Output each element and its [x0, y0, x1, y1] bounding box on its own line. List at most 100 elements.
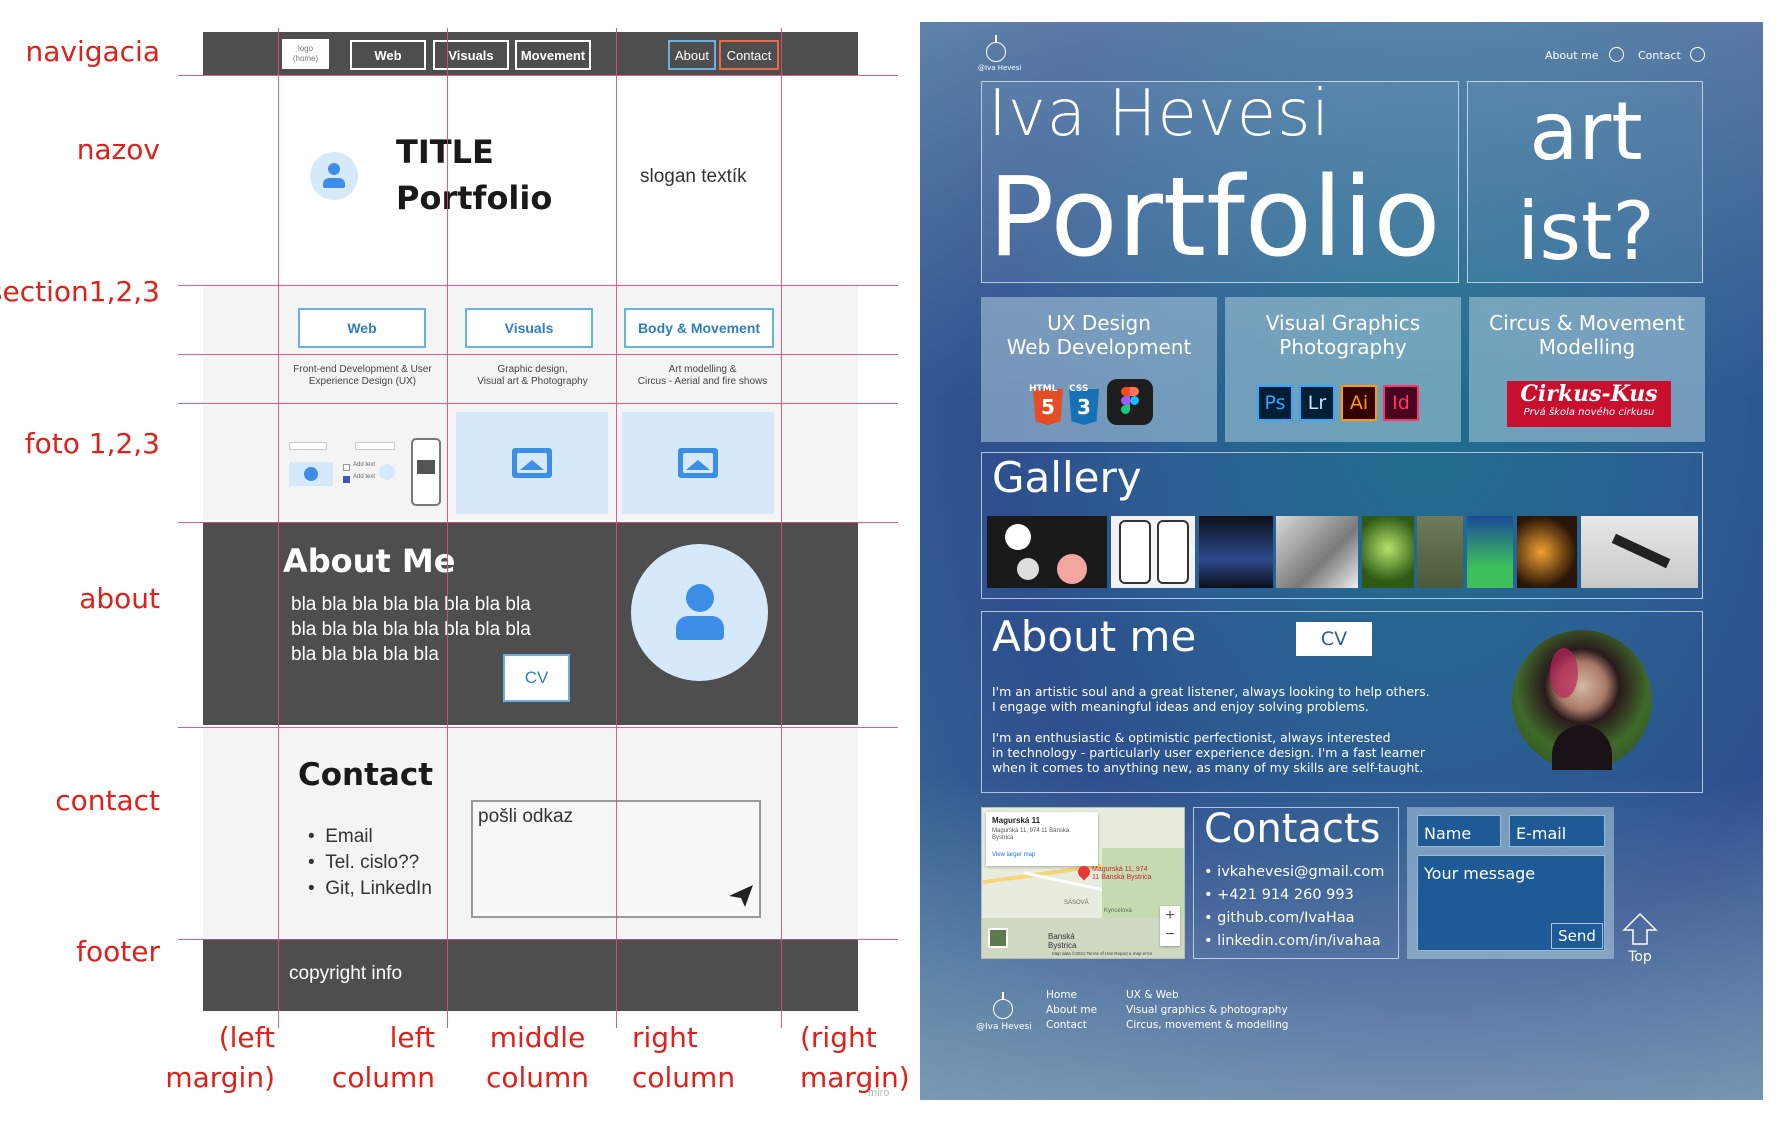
wire-cv-button[interactable]: CV [503, 654, 570, 702]
wire-nav-contact[interactable]: Contact [719, 40, 779, 70]
gallery-thumb-4[interactable] [1276, 516, 1358, 588]
map-larger-link[interactable]: View larger map [992, 852, 1035, 858]
col-label-right-margin: (right margin) [800, 1021, 910, 1094]
phone-icon [411, 438, 441, 506]
contact-github[interactable]: • github.com/IvaHaa [1204, 910, 1355, 926]
illustrator-icon: Ai [1341, 385, 1377, 421]
hero-panel: Iva Hevesi Portfolio [981, 77, 1459, 283]
col-label-middle-column: middle column [485, 1021, 590, 1094]
wire-section-visuals-desc: Graphic design, Visual art & Photography [477, 364, 588, 387]
play-icon [304, 467, 318, 481]
map-zoom-control[interactable]: + − [1160, 906, 1180, 946]
wire-photo-3 [622, 412, 774, 514]
image-icon [512, 448, 552, 478]
wire-nav-visuals[interactable]: Visuals [433, 40, 509, 70]
gallery-thumb-8[interactable] [1517, 516, 1577, 588]
hero-name: Iva Hevesi [988, 77, 1331, 151]
tile-circus[interactable]: Circus & Movement Modelling Cirkus-Kus P… [1469, 297, 1705, 442]
map-widget[interactable]: Magurská 11 Magurská 11, 974 11 Banská B… [981, 807, 1185, 959]
about-panel: About me CV I'm an artistic soul and a g… [981, 611, 1703, 793]
gallery-thumb-7[interactable] [1467, 516, 1513, 588]
row-label-contact: contact [55, 784, 160, 817]
form-email-field[interactable]: E-mail [1509, 815, 1605, 847]
footer-col-1: Home About me Contact [1046, 988, 1097, 1033]
bulb-icon[interactable] [986, 42, 1006, 62]
wire-title-section: TITLE Portfolio slogan textík [203, 75, 858, 285]
gallery-thumb-9[interactable] [1581, 516, 1698, 588]
design-mockup: @Iva Hevesi About me Contact Iva Hevesi … [920, 22, 1763, 1100]
wire-section-web-desc: Front-end Development & User Experience … [293, 364, 432, 387]
checkbox-icon [343, 464, 350, 471]
footer-link-visual[interactable]: Visual graphics & photography [1126, 1003, 1288, 1018]
gallery-thumb-5[interactable] [1362, 516, 1414, 588]
contact-linkedin[interactable]: • linkedin.com/in/ivahaa [1204, 933, 1381, 949]
wire-section-movement-button[interactable]: Body & Movement [624, 308, 774, 348]
profile-photo [1512, 630, 1652, 770]
footer-link-contact[interactable]: Contact [1046, 1018, 1097, 1033]
photoshop-icon: Ps [1257, 385, 1293, 421]
user-icon [328, 163, 340, 175]
gallery-thumb-6[interactable] [1417, 516, 1463, 588]
bulb-icon[interactable] [993, 999, 1013, 1019]
contact-email[interactable]: • ivkahevesi@gmail.com [1204, 864, 1384, 880]
row-label-nazov: nazov [76, 133, 160, 166]
footer-link-circus[interactable]: Circus, movement & modelling [1126, 1018, 1288, 1033]
row-label-section: section1,2,3 [0, 275, 160, 308]
wire-nav-about[interactable]: About [668, 40, 716, 70]
image-icon [678, 448, 718, 478]
send-icon[interactable] [728, 884, 754, 908]
hero-side-ist: ist? [1517, 185, 1655, 278]
footer-link-home[interactable]: Home [1046, 988, 1097, 1003]
wireframe: navigacia nazov section1,2,3 foto 1,2,3 … [0, 0, 910, 1121]
wire-contact-item-tel: • Tel. cislo?? [308, 852, 420, 873]
wire-title-avatar [310, 152, 358, 200]
wire-contact-section: Contact • Email • Tel. cislo?? • Git, Li… [203, 727, 858, 937]
lightroom-icon: Lr [1299, 385, 1335, 421]
indesign-icon: Id [1383, 385, 1419, 421]
wire-section-visuals-button[interactable]: Visuals [465, 308, 593, 348]
row-label-foto: foto 1,2,3 [24, 427, 160, 460]
wire-footer: copyright info [203, 939, 858, 1011]
about-para-2: I'm an enthusiastic & optimistic perfect… [992, 730, 1426, 775]
contacts-panel: Contacts • ivkahevesi@gmail.com • +421 9… [1193, 806, 1399, 959]
wire-nav-web[interactable]: Web [350, 40, 426, 70]
form-send-button[interactable]: Send [1551, 923, 1603, 949]
footer-link-about[interactable]: About me [1046, 1003, 1097, 1018]
user-icon [379, 464, 395, 480]
gallery-thumb-1[interactable] [987, 516, 1107, 588]
footer-link-ux[interactable]: UX & Web [1126, 988, 1288, 1003]
wire-photo-2 [456, 412, 608, 514]
user-icon [686, 584, 714, 612]
contact-phone[interactable]: • +421 914 260 993 [1204, 887, 1354, 903]
wire-nav: logo (home) Web Visuals Movement About C… [203, 32, 858, 75]
gallery-thumb-2[interactable] [1111, 516, 1195, 588]
contact-form: Name E-mail Your message Send [1407, 807, 1614, 959]
map-info-card: Magurská 11 Magurská 11, 974 11 Banská B… [986, 812, 1098, 866]
design-nav-contact[interactable]: Contact [1638, 49, 1681, 62]
wire-contact-heading: Contact [298, 757, 434, 793]
col-label-left-column: left column [331, 1021, 435, 1094]
map-satellite-toggle[interactable] [988, 928, 1008, 948]
about-cv-button[interactable]: CV [1296, 622, 1372, 656]
form-name-field[interactable]: Name [1417, 815, 1501, 847]
wire-photo-mock-ui: Add text Add text [285, 438, 445, 508]
wire-section-web-button[interactable]: Web [298, 308, 426, 348]
miro-watermark: miro [868, 1087, 890, 1099]
zoom-out-icon[interactable]: − [1160, 926, 1180, 946]
tile-visual[interactable]: Visual Graphics Photography Ps Lr Ai Id [1225, 297, 1461, 442]
gallery-thumb-3[interactable] [1199, 516, 1273, 588]
col-label-left-margin: (left margin) [165, 1021, 275, 1094]
tile-ux[interactable]: UX Design Web Development 5 HTML 3 CSS [981, 297, 1217, 442]
circle-icon[interactable] [1690, 47, 1705, 62]
design-nav-about[interactable]: About me [1545, 49, 1599, 62]
contacts-heading: Contacts [1204, 806, 1381, 852]
wire-nav-movement[interactable]: Movement [515, 40, 591, 70]
circle-icon[interactable] [1609, 47, 1624, 62]
back-to-top-button[interactable]: Top [1622, 912, 1658, 965]
wire-logo[interactable]: logo (home) [282, 39, 329, 69]
zoom-in-icon[interactable]: + [1160, 906, 1180, 926]
row-label-footer: footer [76, 935, 160, 968]
about-para-1: I'm an artistic soul and a great listene… [992, 684, 1430, 714]
about-heading: About me [992, 612, 1197, 661]
design-logo-label: @Iva Hevesi [978, 64, 1022, 72]
